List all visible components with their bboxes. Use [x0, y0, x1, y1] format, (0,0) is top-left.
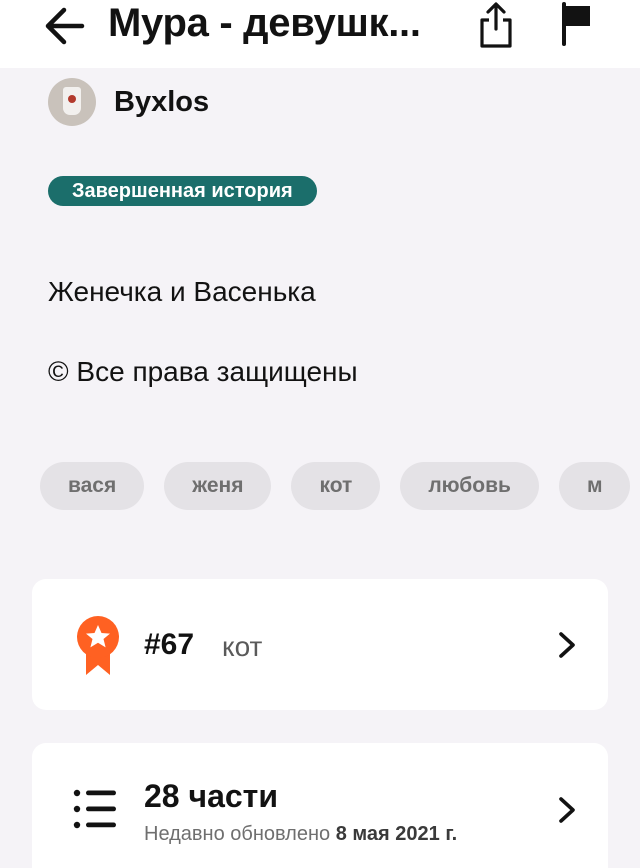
- ranking-card[interactable]: #67 кот: [32, 579, 608, 710]
- updated-date: 8 мая 2021 г.: [335, 823, 458, 845]
- tag-chip[interactable]: м: [558, 462, 631, 510]
- parts-chevron: [554, 793, 580, 827]
- back-button[interactable]: [38, 4, 90, 48]
- parts-card[interactable]: 28 части Недавно обновлено 8 мая 2021 г.: [32, 743, 608, 868]
- share-icon: [480, 2, 512, 48]
- status-badge: Завершенная история: [48, 176, 317, 206]
- chevron-right-icon: [559, 632, 575, 658]
- chevron-right-icon: [559, 797, 575, 823]
- copyright-text: © Все права защищены: [48, 356, 358, 387]
- story-title: Мура - девушк...: [108, 1, 421, 45]
- top-bar: Мура - девушк...: [0, 0, 640, 68]
- share-button[interactable]: [476, 0, 516, 50]
- list-icon: [73, 789, 116, 829]
- story-description: Женечка и Васенька: [48, 276, 316, 307]
- ranking-number: #67: [144, 628, 195, 661]
- tag-chip[interactable]: кот: [291, 462, 381, 510]
- updated-prefix: Недавно обновлено: [144, 823, 331, 845]
- report-button[interactable]: [556, 0, 596, 48]
- tag-chip[interactable]: любовь: [400, 462, 539, 510]
- ranking-chevron: [554, 628, 580, 662]
- tag-chip[interactable]: вася: [40, 462, 145, 510]
- flag-icon: [562, 2, 590, 46]
- avatar[interactable]: [48, 78, 96, 126]
- parts-count: 28 части: [144, 778, 278, 814]
- ranking-category: кот: [222, 631, 263, 662]
- author-row[interactable]: Byxlos: [48, 78, 209, 126]
- last-updated: Недавно обновлено 8 мая 2021 г.: [144, 821, 457, 847]
- tags-list[interactable]: вася женя кот любовь м: [40, 462, 640, 510]
- tag-chip[interactable]: женя: [164, 462, 272, 510]
- arrow-left-icon: [45, 7, 85, 45]
- award-ribbon-icon: [77, 616, 119, 675]
- avatar-mark: [68, 95, 76, 103]
- author-name[interactable]: Byxlos: [114, 86, 209, 119]
